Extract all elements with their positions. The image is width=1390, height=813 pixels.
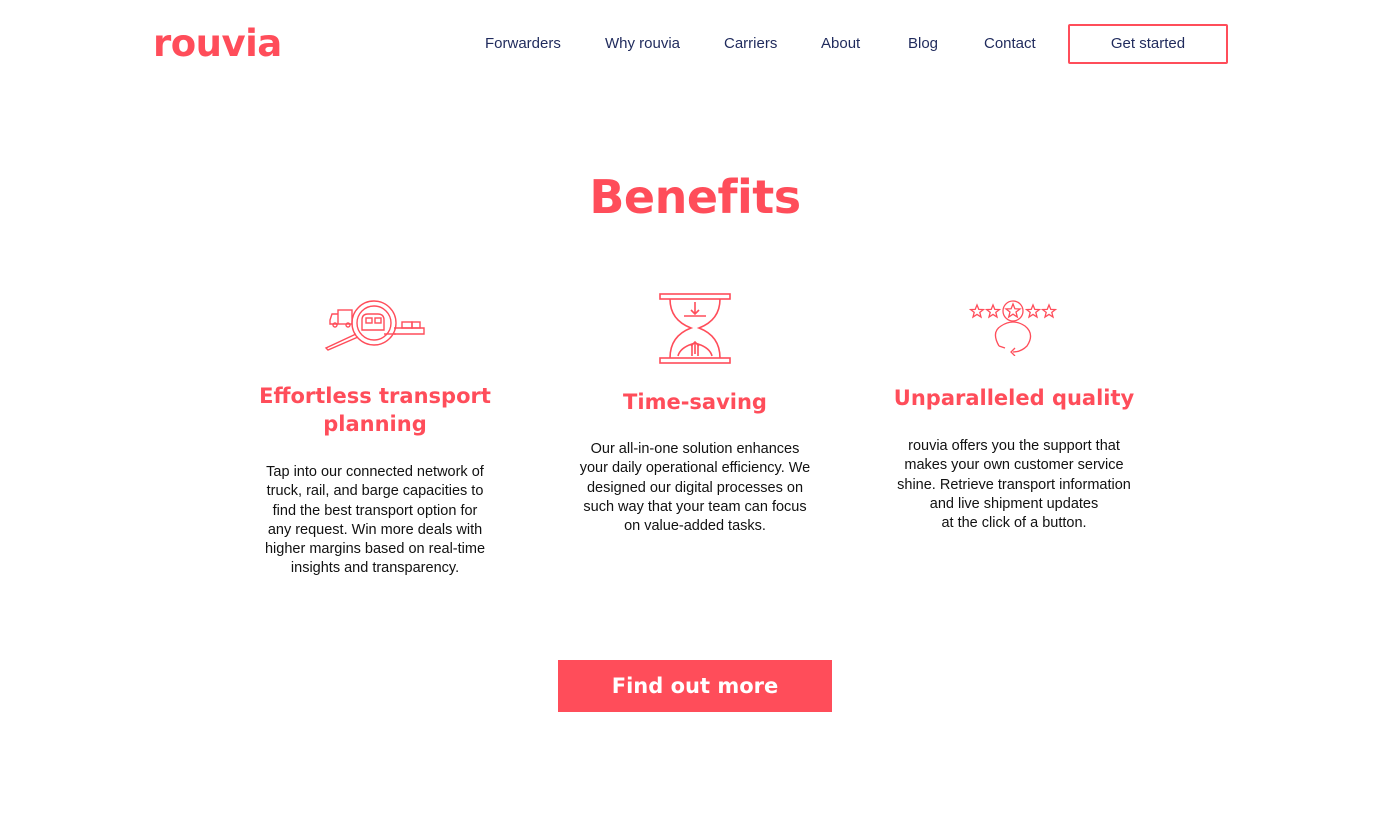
benefit-text: Tap into our connected network of truck,… — [255, 463, 495, 579]
benefit-card-quality: Unparalleled quality rouvia offers you t… — [884, 290, 1144, 533]
magnifier-transport-icon — [324, 300, 425, 351]
get-started-button[interactable]: Get started — [1068, 24, 1228, 64]
benefit-text-line: Our all-in-one solution enhances — [590, 441, 800, 457]
hourglass-icon — [659, 293, 731, 364]
benefit-text: Our all-in-one solution enhances your da… — [565, 440, 825, 536]
benefit-text-line: such way that your team can focus — [583, 498, 807, 515]
benefit-text-line: insights and transparency. — [290, 560, 460, 577]
benefit-text-line: at the click of a button. — [941, 515, 1087, 532]
benefit-card-time-saving: Time-saving Our all-in-one solution enha… — [565, 290, 825, 536]
benefit-text-line: on value-added tasks. — [624, 518, 766, 535]
benefit-text-line: designed our digital processes on — [586, 479, 804, 496]
find-out-more-button[interactable]: Find out more — [558, 660, 832, 712]
nav-forwarders[interactable]: Forwarders — [485, 34, 561, 54]
benefit-text-line: higher margins based on real-time — [264, 541, 486, 558]
nav-carriers[interactable]: Carriers — [724, 34, 777, 54]
benefits-title: Benefits — [589, 170, 801, 224]
benefit-text-line: your daily operational efficiency. We — [579, 460, 811, 477]
nav-about[interactable]: About — [821, 34, 860, 54]
benefit-title-line: Time-saving — [623, 390, 767, 414]
benefit-text-line: truck, rail, and barge capacities to — [266, 483, 484, 500]
benefit-title-line: Unparalleled quality — [893, 386, 1135, 410]
nav-contact[interactable]: Contact — [984, 34, 1036, 54]
benefit-text-line: shine. Retrieve transport information — [897, 476, 1131, 493]
benefit-text-line: Tap into our connected network of — [266, 464, 484, 480]
benefit-card-planning: Effortless transport planning Tap into o… — [255, 290, 495, 579]
benefit-text-line: find the best transport option for — [272, 502, 478, 519]
benefit-text-line: makes your own customer service — [904, 457, 1124, 474]
benefit-text-line: any request. Win more deals with — [267, 521, 483, 538]
benefit-title-line: Effortless transport — [259, 384, 491, 408]
benefit-text-line: and live shipment updates — [929, 495, 1099, 512]
nav-blog[interactable]: Blog — [908, 34, 938, 54]
benefit-title-line: planning — [323, 412, 427, 436]
benefit-text: rouvia offers you the support that makes… — [884, 437, 1144, 533]
page: rouvia Forwarders Why rouvia Carriers Ab… — [0, 0, 1390, 813]
nav-why-rouvia[interactable]: Why rouvia — [605, 34, 680, 54]
benefit-text-line: rouvia offers you the support that — [908, 438, 1120, 454]
star-rating-support-icon — [969, 300, 1058, 356]
